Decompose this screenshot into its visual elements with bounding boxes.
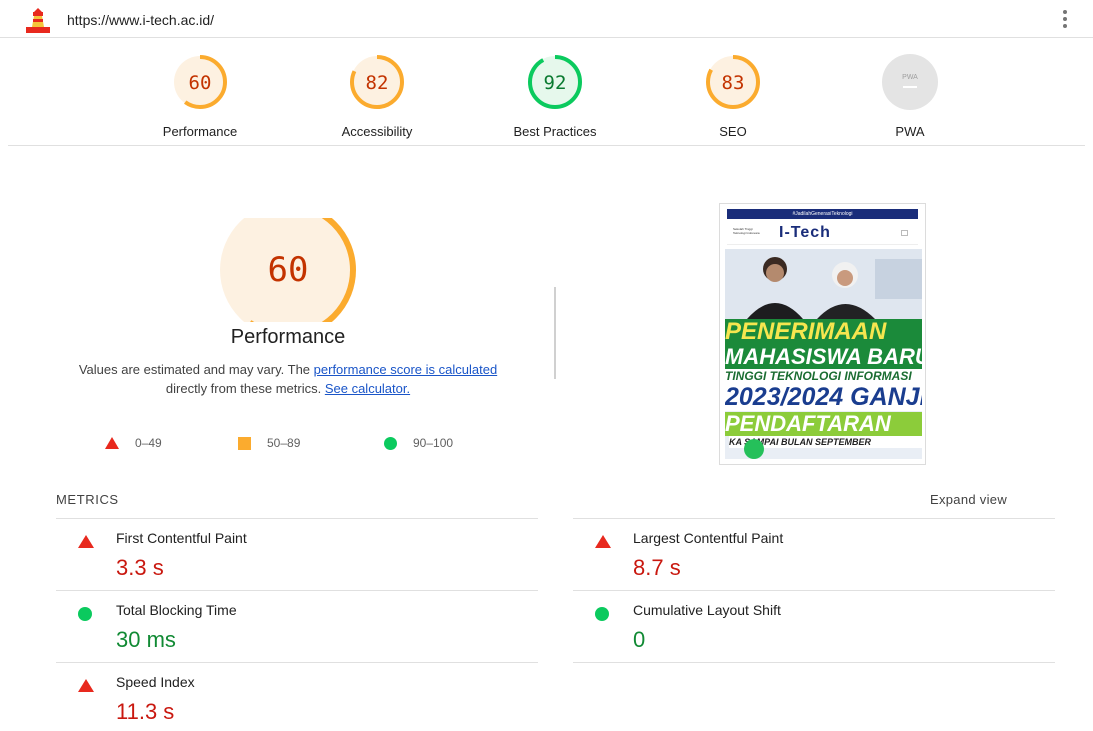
gauge-label: PWA (895, 124, 925, 139)
pwa-badge-icon: PWA (882, 54, 938, 110)
pwa-badge-text: PWA (902, 74, 918, 81)
legend-pass: 90–100 (384, 436, 453, 450)
gauge-ring: 92 (528, 55, 582, 109)
gauge-seo[interactable]: 83 SEO (663, 52, 803, 139)
pass-circle-icon (595, 607, 609, 621)
fail-triangle-icon (78, 679, 94, 692)
score-gauges: 60 Performance 82 Accessibility 92 Best … (0, 38, 1093, 146)
performance-description: Values are estimated and may vary. The p… (68, 360, 508, 398)
fail-triangle-icon (595, 535, 611, 548)
gauge-accessibility[interactable]: 82 Accessibility (307, 52, 447, 139)
thumbnail-logo: I-Tech (779, 224, 831, 241)
metric-total-blocking-time: Total Blocking Time 30 ms (56, 590, 538, 662)
students-photo-icon (725, 249, 922, 319)
gauge-label: SEO (719, 124, 747, 139)
metric-value: 8.7 s (633, 555, 681, 580)
square-icon (238, 436, 251, 450)
legend-range: 90–100 (413, 436, 454, 450)
metric-name: Speed Index (116, 674, 195, 690)
more-options-icon[interactable] (1058, 9, 1072, 31)
gauge-ring: 83 (706, 55, 760, 109)
top-bar: https://www.i-tech.ac.id/ (0, 0, 1093, 38)
page-screenshot-thumbnail[interactable]: #JadilahGenerasiTeknologi Sekolah Tinggi… (719, 203, 926, 465)
gauge-score: 92 (544, 72, 567, 94)
metric-speed-index: Speed Index 11.3 s (56, 662, 538, 731)
metric-first-contentful-paint: First Contentful Paint 3.3 s (56, 518, 538, 590)
page-url: https://www.i-tech.ac.id/ (67, 12, 215, 28)
gauge-label: Performance (162, 124, 238, 139)
gauge-pwa[interactable]: PWA PWA (840, 52, 980, 139)
triangle-icon (105, 437, 119, 449)
lighthouse-logo-icon (26, 8, 50, 33)
fail-triangle-icon (78, 535, 94, 548)
description-text: Values are estimated and may vary. The (78, 362, 314, 377)
metrics-divider (573, 662, 1055, 663)
score-calculated-link[interactable]: performance score is calculated (314, 362, 498, 377)
thumbnail-line: TINGGI TEKNOLOGI INFORMASI (725, 369, 922, 383)
legend-fail: 0–49 (105, 436, 162, 450)
metric-name: Total Blocking Time (116, 602, 237, 618)
gauge-best-practices[interactable]: 92 Best Practices (485, 52, 625, 139)
gauge-score: 60 (189, 72, 212, 94)
gauge-score: 82 (366, 72, 389, 94)
expand-view-button[interactable]: Expand view (930, 492, 1007, 507)
metric-cumulative-layout-shift: Cumulative Layout Shift 0 (573, 590, 1055, 662)
thumbnail-line: PENDAFTARAN (725, 412, 922, 436)
metric-name: Cumulative Layout Shift (633, 602, 781, 618)
gauge-performance[interactable]: 60 Performance (130, 52, 270, 139)
thumbnail-line: MAHASISWA BARU (725, 345, 922, 369)
thumbnail-hero: PENERIMAAN MAHASISWA BARU TINGGI TEKNOLO… (725, 249, 922, 459)
metric-name: First Contentful Paint (116, 530, 247, 546)
thumbnail-menu-icon (901, 230, 908, 236)
legend-range: 0–49 (135, 436, 162, 450)
metric-largest-contentful-paint: Largest Contentful Paint 8.7 s (573, 518, 1055, 590)
gauge-label: Accessibility (341, 124, 413, 139)
legend-range: 50–89 (267, 436, 301, 450)
description-text: directly from these metrics. (165, 381, 325, 396)
gauge-divider (8, 145, 1085, 146)
performance-score-large: 60 (268, 250, 309, 290)
thumbnail-line: PENERIMAAN (725, 319, 922, 345)
metric-value: 0 (633, 627, 646, 652)
whatsapp-icon (744, 439, 764, 459)
see-calculator-link[interactable]: See calculator. (325, 381, 410, 396)
gauge-label: Best Practices (513, 124, 597, 139)
metric-value: 30 ms (116, 627, 176, 652)
thumbnail-hashtag: #JadilahGenerasiTeknologi (727, 209, 918, 219)
thumbnail-line: 2023/2024 GANJIL (725, 383, 922, 411)
performance-gauge-large: 60 (220, 218, 356, 322)
vertical-divider (554, 287, 556, 379)
metric-value: 11.3 s (116, 699, 175, 724)
gauge-ring: 82 (350, 55, 404, 109)
thumbnail-nav: Sekolah Tinggi Teknologi Indonesia I-Tec… (727, 221, 918, 245)
metrics-heading: METRICS (56, 492, 119, 507)
legend-average: 50–89 (238, 436, 300, 450)
metric-value: 3.3 s (116, 555, 164, 580)
metric-name: Largest Contentful Paint (633, 530, 784, 546)
gauge-ring: 60 (173, 55, 227, 109)
pass-circle-icon (78, 607, 92, 621)
gauge-score: 83 (722, 72, 745, 94)
circle-icon (384, 436, 397, 450)
thumbnail-nav-text: Sekolah Tinggi Teknologi Indonesia (733, 227, 760, 235)
performance-title: Performance (230, 326, 346, 348)
